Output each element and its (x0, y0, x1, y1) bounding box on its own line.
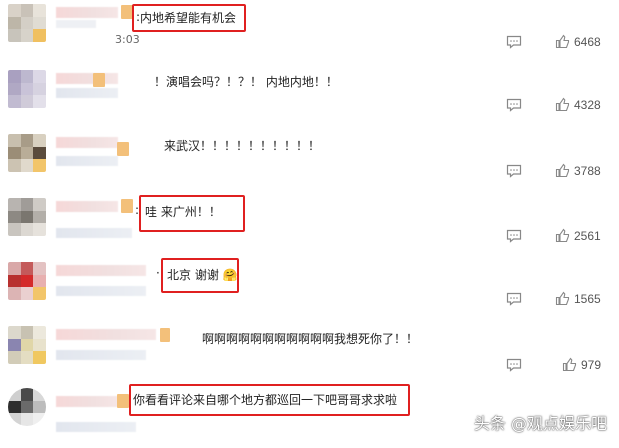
like-button[interactable]: 3788 (555, 163, 601, 178)
comment-item: : 哇 来广州！！ 2561 (0, 194, 619, 258)
avatar[interactable] (8, 388, 46, 426)
comment-text: 哇 来广州！！ (145, 205, 221, 219)
avatar[interactable] (8, 134, 46, 172)
thumbs-up-icon (555, 228, 570, 243)
user-meta (56, 350, 146, 360)
like-button[interactable]: 4328 (555, 97, 601, 112)
username[interactable] (56, 329, 156, 340)
username[interactable] (56, 396, 118, 407)
username[interactable] (56, 7, 118, 18)
like-button[interactable]: 2561 (555, 228, 601, 243)
hug-emoji-icon: 🤗 (222, 268, 238, 282)
comment-item: 啊啊啊啊啊啊啊啊啊啊啊我想死你了！！ 979 (0, 322, 619, 386)
comment-item: · 北京 谢谢 🤗 1565 (0, 258, 619, 322)
user-meta (56, 156, 118, 166)
user-meta (56, 228, 132, 238)
avatar[interactable] (8, 262, 46, 300)
comment-item: 来武汉！！！！！！！！！！ 3788 (0, 130, 619, 194)
user-badge (117, 394, 129, 408)
like-button[interactable]: 979 (562, 357, 601, 372)
user-badge (121, 199, 133, 213)
user-badge (160, 328, 170, 342)
comment-text: 北京 谢谢 🤗 (167, 267, 238, 283)
avatar[interactable] (8, 70, 46, 108)
watermark: 头条 @观点娱乐吧 (473, 414, 607, 433)
like-count: 4328 (574, 97, 601, 112)
comment-item: : 内地希望能有机会 3:03 6468 (0, 0, 619, 64)
comment-text: 啊啊啊啊啊啊啊啊啊啊啊我想死你了！！ (202, 332, 419, 346)
like-count: 1565 (574, 291, 601, 306)
thumbs-up-icon (555, 291, 570, 306)
comment-text-content: 北京 谢谢 (167, 268, 219, 282)
comment-text: 你看看评论来自哪个地方都巡回一下吧哥哥求求啦 (133, 393, 398, 407)
reply-icon[interactable] (506, 35, 522, 49)
comment-prefix: · (156, 266, 160, 280)
comment-item: ！演唱会吗？！？！ 内地内地！！ 4328 (0, 66, 619, 130)
username[interactable] (56, 265, 146, 276)
thumbs-up-icon (555, 97, 570, 112)
like-count: 6468 (574, 34, 601, 49)
like-count: 3788 (574, 163, 601, 178)
username[interactable] (56, 73, 118, 84)
user-badge (93, 73, 105, 87)
username[interactable] (56, 201, 118, 212)
thumbs-up-icon (562, 357, 577, 372)
user-meta (56, 286, 146, 296)
comment-text: 内地希望能有机会 (140, 11, 237, 25)
reply-icon[interactable] (506, 229, 522, 243)
username[interactable] (56, 137, 118, 148)
comment-text: 来武汉！！！！！！！！！！ (164, 139, 321, 153)
reply-icon[interactable] (506, 358, 522, 372)
reply-icon[interactable] (506, 164, 522, 178)
thumbs-up-icon (555, 163, 570, 178)
reply-icon[interactable] (506, 292, 522, 306)
like-count: 979 (581, 357, 602, 372)
avatar[interactable] (8, 4, 46, 42)
user-meta (56, 88, 118, 98)
like-count: 2561 (574, 228, 601, 243)
avatar[interactable] (8, 198, 46, 236)
user-badge (117, 142, 129, 156)
comment-time: 3:03 (115, 33, 140, 46)
user-meta (56, 20, 96, 28)
thumbs-up-icon (555, 34, 570, 49)
like-button[interactable]: 1565 (555, 291, 601, 306)
reply-icon[interactable] (506, 98, 522, 112)
user-meta (56, 422, 136, 432)
like-button[interactable]: 6468 (555, 34, 601, 49)
comment-text: ！演唱会吗？！？！ 内地内地！！ (154, 75, 338, 89)
avatar[interactable] (8, 326, 46, 364)
